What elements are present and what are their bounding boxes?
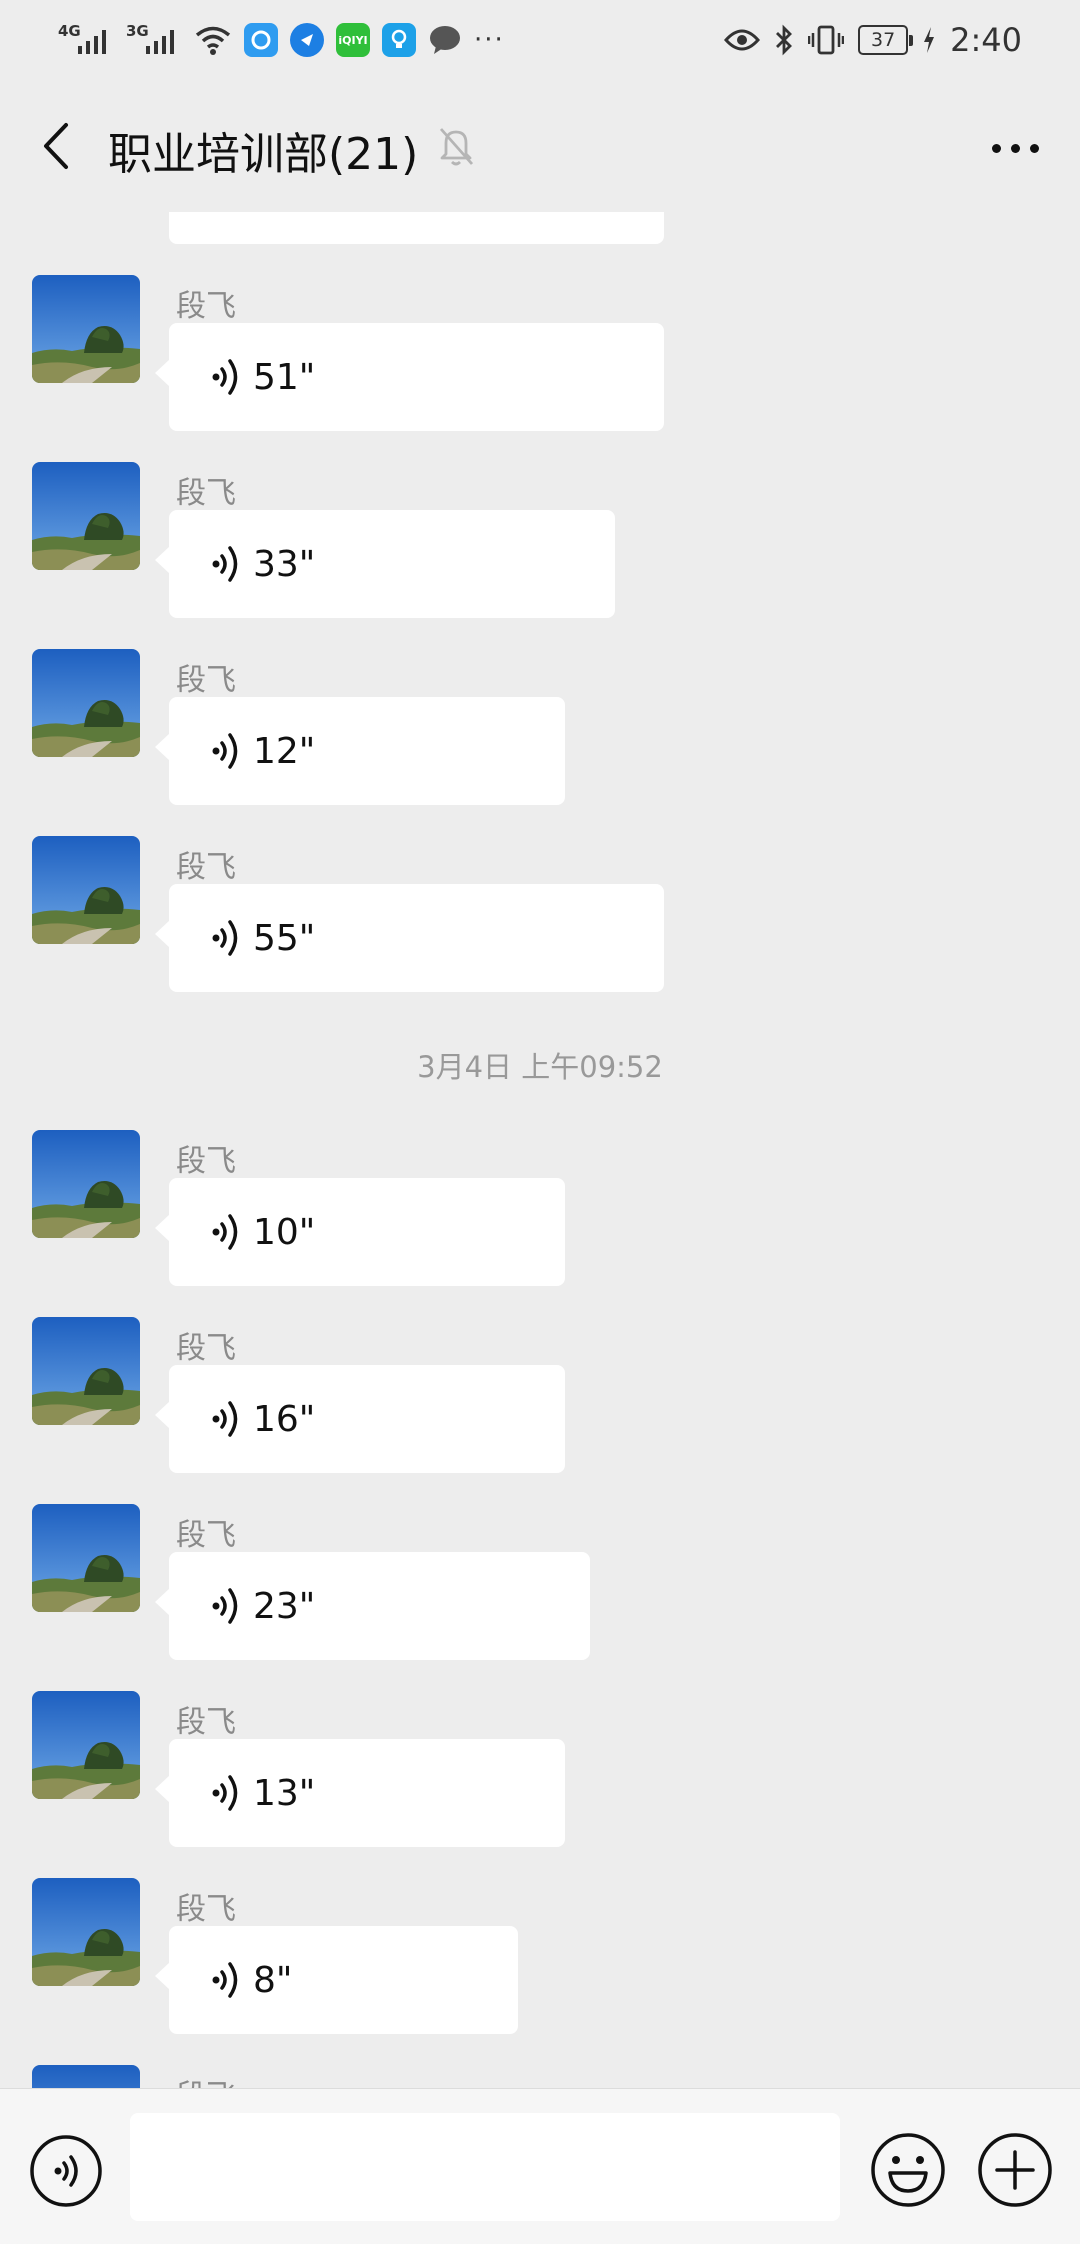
avatar[interactable] [32, 1130, 140, 1238]
sender-name: 段飞 [176, 1705, 236, 1740]
message-row: 段飞 13" [0, 1691, 1080, 1861]
status-right: 37 2:40 [724, 18, 1022, 62]
voice-wave-icon [212, 1401, 238, 1437]
plus-button[interactable] [976, 2131, 1054, 2209]
chat-title: 职业培训部(21) [108, 129, 419, 180]
avatar[interactable] [32, 836, 140, 944]
qq-browser-app-icon [244, 23, 278, 57]
more-options-button[interactable] [980, 124, 1050, 172]
message-row: 段飞 [0, 2065, 1080, 2088]
voice-duration: 10" [253, 1211, 316, 1253]
message-row: 段飞 33" [0, 462, 1080, 632]
battery-level: 37 [871, 29, 896, 51]
sender-name: 段飞 [176, 2071, 236, 2088]
sender-name: 段飞 [176, 663, 236, 698]
message-bubble-icon [430, 26, 460, 54]
charging-icon [924, 27, 935, 53]
sender-name: 段飞 [176, 1892, 236, 1927]
voice-duration: 33" [253, 543, 316, 585]
avatar[interactable] [32, 2065, 140, 2088]
bulb-app-icon [382, 23, 416, 57]
sender-name: 段飞 [176, 850, 236, 885]
message-row: 段飞 23" [0, 1504, 1080, 1674]
message-list[interactable]: 段飞 51" 段飞 33" 段飞 12" 段飞 55" 段飞 10" 段飞 16" 段飞 23" 段飞 13"… [0, 212, 1080, 2088]
back-arrow-icon [44, 123, 68, 169]
battery-icon: 37 [858, 25, 914, 55]
voice-duration: 23" [253, 1585, 316, 1627]
iqiyi-app-icon: iQIYI [336, 23, 370, 57]
status-bar: 4G 3G iQIYI ··· 37 2:40 [0, 0, 1080, 80]
voice-message-bubble[interactable]: 8" [155, 1926, 518, 2034]
voice-duration: 8" [253, 1959, 293, 2001]
avatar[interactable] [32, 1504, 140, 1612]
vibrate-icon [808, 25, 845, 55]
eye-icon [724, 29, 761, 51]
voice-wave-icon [212, 733, 238, 769]
voice-duration: 55" [253, 917, 316, 959]
voice-message-bubble[interactable]: 10" [155, 1178, 565, 1286]
mute-bell-icon [439, 128, 474, 166]
message-input[interactable] [130, 2113, 840, 2221]
message-row: 段飞 10" [0, 1130, 1080, 1300]
voice-message-bubble[interactable]: 33" [155, 510, 615, 618]
clock: 2:40 [950, 21, 1022, 59]
signal-3g-icon: 3G [126, 20, 182, 60]
sender-name: 段飞 [176, 1518, 236, 1553]
voice-wave-icon [212, 546, 238, 582]
bluetooth-icon [776, 24, 793, 56]
partial-message-bubble[interactable] [169, 212, 664, 244]
back-button[interactable] [30, 114, 80, 178]
voice-wave-icon [212, 1214, 238, 1250]
voice-wave-icon [212, 1962, 238, 1998]
wifi-icon [195, 26, 231, 55]
avatar[interactable] [32, 462, 140, 570]
status-left: 4G 3G iQIYI ··· [58, 20, 505, 60]
avatar[interactable] [32, 649, 140, 757]
chat-header: 职业培训部(21) [0, 80, 1080, 212]
sender-name: 段飞 [176, 289, 236, 324]
voice-duration: 51" [253, 356, 316, 398]
avatar[interactable] [32, 1878, 140, 1986]
emoji-button[interactable] [869, 2131, 947, 2209]
iqiyi-label: iQIYI [338, 33, 368, 47]
avatar[interactable] [32, 275, 140, 383]
voice-message-bubble[interactable]: 12" [155, 697, 565, 805]
more-dots-icon [991, 143, 1001, 153]
voice-wave-icon [212, 359, 238, 395]
avatar[interactable] [32, 1691, 140, 1799]
signal-4g-icon: 4G [58, 20, 114, 60]
voice-duration: 16" [253, 1398, 316, 1440]
voice-message-bubble[interactable]: 55" [155, 884, 664, 992]
message-timestamp: 3月4日 上午09:52 [417, 1050, 663, 1084]
app-icon-blue [290, 23, 324, 57]
input-bar [0, 2088, 1080, 2244]
voice-wave-icon [212, 1775, 238, 1811]
chat-screen: 4G 3G iQIYI ··· 37 2:40 职业培训部(21) 段飞 51"… [0, 0, 1080, 2244]
voice-message-bubble[interactable]: 51" [155, 323, 664, 431]
voice-duration: 12" [253, 730, 316, 772]
sender-name: 段飞 [176, 476, 236, 511]
voice-duration: 13" [253, 1772, 316, 1814]
voice-message-bubble[interactable]: 13" [155, 1739, 565, 1847]
sender-name: 段飞 [176, 1331, 236, 1366]
voice-wave-icon [212, 920, 238, 956]
message-row: 段飞 8" [0, 1878, 1080, 2048]
voice-message-bubble[interactable]: 16" [155, 1365, 565, 1473]
more-notifications-icon: ··· [474, 25, 505, 55]
voice-wave-icon [212, 1588, 238, 1624]
voice-input-button[interactable] [28, 2133, 104, 2209]
voice-message-bubble[interactable]: 23" [155, 1552, 590, 1660]
avatar[interactable] [32, 1317, 140, 1425]
message-row: 段飞 16" [0, 1317, 1080, 1487]
message-row: 段飞 55" [0, 836, 1080, 1006]
message-row: 段飞 51" [0, 275, 1080, 445]
sender-name: 段飞 [176, 1144, 236, 1179]
message-row: 段飞 12" [0, 649, 1080, 819]
